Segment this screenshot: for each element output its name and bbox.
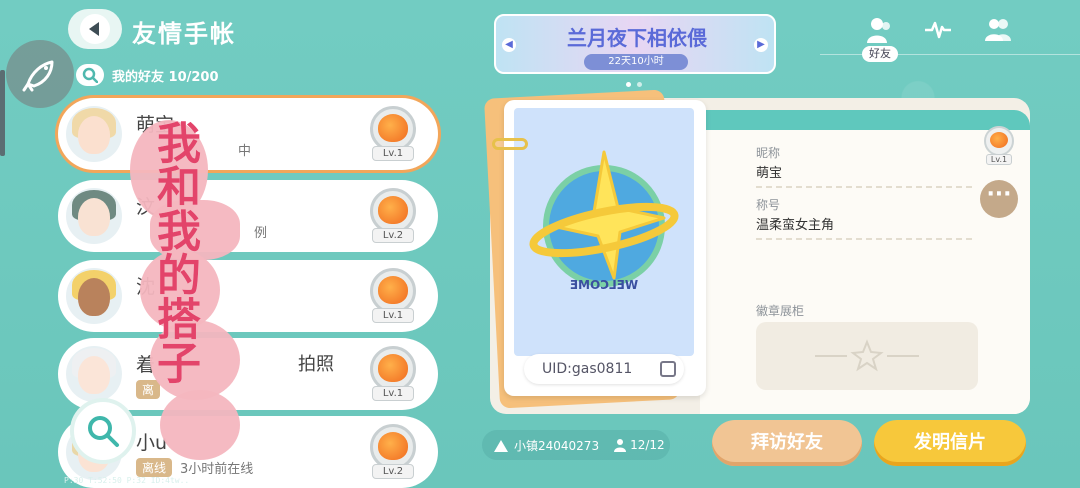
edge-handle[interactable] xyxy=(0,70,5,156)
page-title: 友情手帐 xyxy=(132,20,236,48)
card-artwork: WELCOME xyxy=(514,108,694,356)
paperclip-icon xyxy=(492,138,528,150)
divider xyxy=(756,238,972,240)
friend-status-text: 拍照 xyxy=(298,354,334,375)
friend-status-text: 例 xyxy=(254,226,268,241)
fish-icon xyxy=(22,60,54,92)
friendship-level-badge: Lv.2 xyxy=(368,422,418,480)
pager-dot xyxy=(637,82,642,87)
badge-showcase[interactable] xyxy=(756,322,978,390)
friend-photo-card[interactable]: WELCOME UID:gas0811 xyxy=(492,100,706,396)
more-options-button[interactable]: ··· xyxy=(980,180,1018,218)
group-icon xyxy=(985,19,1011,41)
chevron-right-icon[interactable]: ▶ xyxy=(754,38,768,52)
star-placeholder-icon xyxy=(815,339,919,372)
tab-divider xyxy=(820,54,1080,55)
heartbeat-icon xyxy=(925,21,951,39)
mini-level-badge: Lv.1 xyxy=(982,126,1016,166)
tab-groups[interactable] xyxy=(978,10,1018,50)
player-icon xyxy=(614,439,627,452)
friend-count: 我的好友 10/200 xyxy=(112,69,219,85)
friendship-level-badge: Lv.1 xyxy=(368,344,418,402)
back-button[interactable] xyxy=(68,9,122,49)
event-banner[interactable]: ◀ 兰月夜下相依偎 22天10小时 ▶ xyxy=(494,14,776,74)
banner-title: 兰月夜下相依偎 xyxy=(567,26,707,50)
tab-friends-label: 好友 xyxy=(862,46,898,62)
copy-icon[interactable] xyxy=(660,361,676,377)
welcome-text: WELCOME xyxy=(569,278,639,292)
title-value: 温柔蛮女主角 xyxy=(756,218,835,233)
heart-icon xyxy=(378,114,408,142)
heart-icon xyxy=(378,432,408,460)
friend-card[interactable]: 沈 Lv.1 xyxy=(58,260,438,332)
tab-friends[interactable] xyxy=(860,10,900,50)
send-postcard-button[interactable]: 发明信片 xyxy=(874,420,1026,466)
level-label: Lv.2 xyxy=(372,228,414,243)
nickname-label: 昵称 xyxy=(756,146,781,160)
friend-search-row: 我的好友 10/200 xyxy=(76,64,219,86)
town-info: 小镇24040273 12/12 xyxy=(482,430,670,460)
overlay-caption: 我和我的搭子 xyxy=(149,120,200,384)
friendship-level-badge: Lv.2 xyxy=(368,186,418,244)
town-id: 小镇24040273 xyxy=(514,438,600,453)
level-label: Lv.1 xyxy=(372,308,414,323)
title-label: 称号 xyxy=(756,198,781,212)
friend-card[interactable]: 汶 例 Lv.2 xyxy=(58,180,438,252)
level-label: Lv.1 xyxy=(372,386,414,401)
avatar xyxy=(66,268,122,324)
showcase-label: 徽章展柜 xyxy=(756,304,805,318)
debug-overlay: P:30 T:52:50 P:32 ID:4tw.. xyxy=(64,476,190,485)
status-badge: 离线 xyxy=(136,458,173,477)
uid-field[interactable]: UID:gas0811 xyxy=(524,354,684,384)
avatar xyxy=(66,188,122,244)
back-arrow-icon xyxy=(80,14,110,44)
search-icon xyxy=(82,67,98,83)
friend-card[interactable]: 着 拍照 离 Lv.1 xyxy=(58,338,438,410)
banner-countdown: 22天10小时 xyxy=(584,54,688,70)
friend-status-text: 3小时前在线 xyxy=(180,462,254,477)
heart-icon xyxy=(990,132,1008,148)
player-count: 12/12 xyxy=(630,438,665,452)
friends-icon xyxy=(867,18,890,43)
heart-icon xyxy=(378,354,408,382)
avatar xyxy=(66,346,122,402)
uid-text: UID:gas0811 xyxy=(542,361,633,377)
friend-status-text: 中 xyxy=(238,144,252,159)
pager-dot xyxy=(626,82,631,87)
level-label: Lv.2 xyxy=(372,464,414,479)
town-icon xyxy=(494,440,508,452)
divider xyxy=(756,186,972,188)
avatar xyxy=(66,106,122,162)
banner-pager xyxy=(626,82,642,87)
fish-button[interactable] xyxy=(6,40,74,108)
search-button[interactable] xyxy=(76,64,104,86)
friendship-level-badge: Lv.1 xyxy=(368,104,418,162)
mini-level-label: Lv.1 xyxy=(986,154,1012,165)
magnifier-icon xyxy=(88,416,119,447)
zoom-search-button[interactable] xyxy=(70,398,136,464)
level-label: Lv.1 xyxy=(372,146,414,161)
friend-card[interactable]: 萌宝 中 Lv.1 xyxy=(58,98,438,170)
nickname-value: 萌宝 xyxy=(756,166,783,181)
friendship-level-badge: Lv.1 xyxy=(368,266,418,324)
tab-activity[interactable] xyxy=(918,10,958,50)
sticker-blob xyxy=(160,390,240,460)
planet-star-icon xyxy=(529,150,679,287)
chevron-left-icon[interactable]: ◀ xyxy=(502,38,516,52)
heart-icon xyxy=(378,196,408,224)
heart-icon xyxy=(378,276,408,304)
visit-friend-button[interactable]: 拜访好友 xyxy=(712,420,862,466)
